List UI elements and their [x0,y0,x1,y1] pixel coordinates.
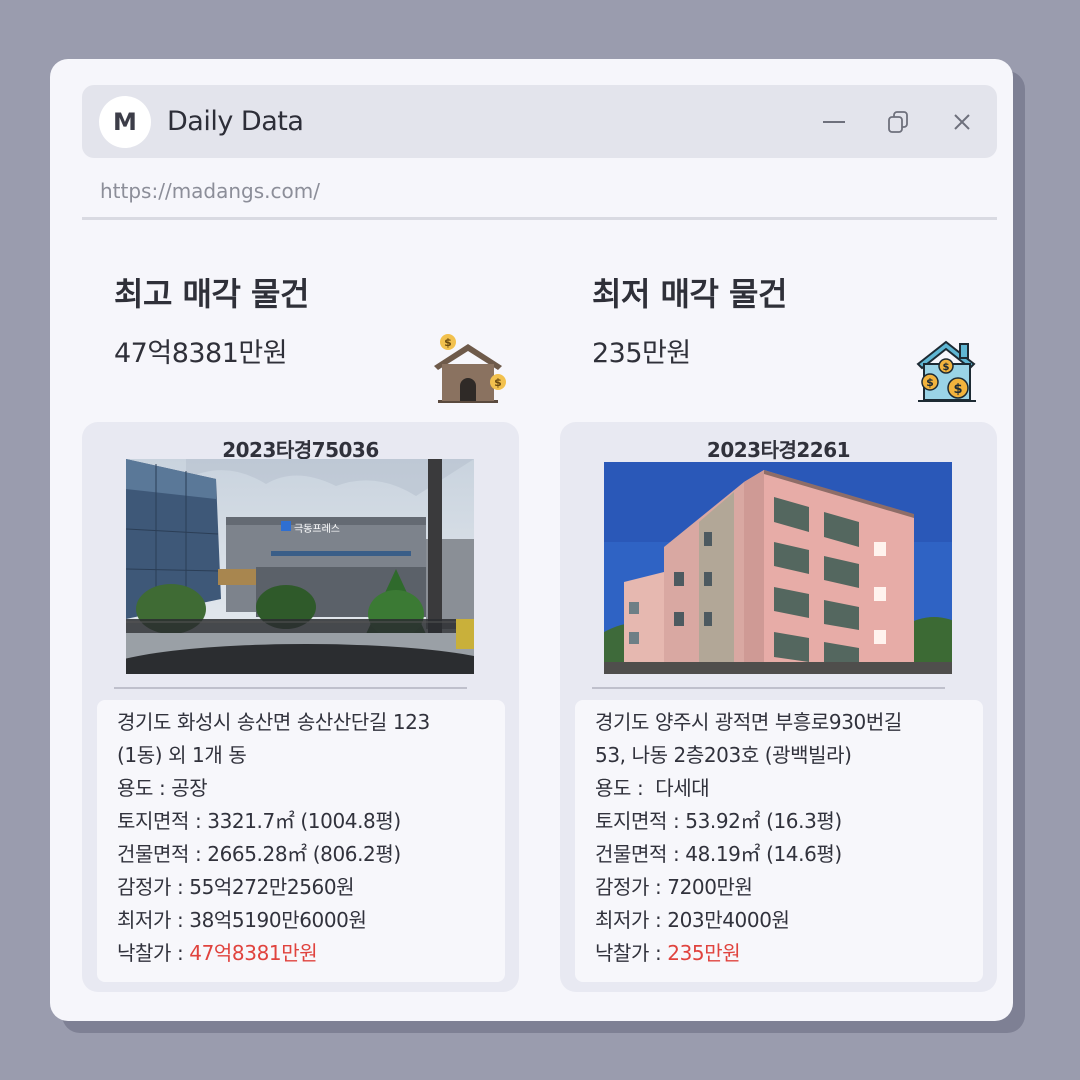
highest-address-line1: 경기도 화성시 송산면 송산산단길 123 [117,710,430,734]
highest-appraisal: 감정가 : 55억272만2560원 [117,875,355,899]
highest-usage: 용도 : 공장 [117,776,208,800]
highest-address-line2: (1동) 외 1개 동 [117,743,247,767]
lowest-case-number: 2023타경2261 [706,438,851,462]
close-icon [954,113,970,130]
highest-land-area: 토지면적 : 3321.7㎡ (1004.8평) [117,809,401,833]
svg-text:$: $ [494,376,502,389]
svg-text:$: $ [953,382,962,397]
minimize-icon [823,120,845,123]
restore-icon [888,110,908,133]
highest-price: 47억8381만원 [114,338,288,369]
title-bar: M Daily Data [82,85,997,158]
highest-property-photo: 극동프레스 [126,459,474,674]
lowest-winning-bid: 낙찰가 : 235만원 [595,937,963,970]
highest-heading: 최고 매각 물건 [114,275,309,313]
close-button[interactable] [943,103,981,141]
highest-winning-label: 낙찰가 : [117,941,190,965]
lowest-address-line2: 53, 나동 2층203호 (광백빌라) [595,743,852,767]
lowest-appraisal: 감정가 : 7200만원 [595,875,753,899]
highest-building-area: 건물면적 : 2665.28㎡ (806.2평) [117,842,401,866]
highest-winning-bid: 낙찰가 : 47억8381만원 [117,937,485,970]
app-logo: M [99,95,151,148]
minimize-button[interactable] [815,103,853,141]
restore-button[interactable] [879,103,917,141]
lowest-winning-label: 낙찰가 : [595,941,668,965]
lowest-address-line1: 경기도 양주시 광적면 부흥로930번길 [595,710,902,734]
lowest-info-panel: 경기도 양주시 광적면 부흥로930번길 53, 나동 2층203호 (광백빌라… [575,700,983,982]
url-text[interactable]: https://madangs.com/ [100,179,320,203]
factory-sign: 극동프레스 [294,523,340,535]
highest-info-panel: 경기도 화성시 송산면 송산산단길 123 (1동) 외 1개 동 용도 : 공… [97,700,505,982]
highest-photo-divider [114,687,467,689]
lowest-building-area: 건물면적 : 48.19㎡ (14.6평) [595,842,842,866]
svg-text:$: $ [444,336,452,349]
app-title: Daily Data [167,106,304,137]
lowest-heading: 최저 매각 물건 [592,275,787,313]
lowest-minimum: 최저가 : 203만4000원 [595,908,790,932]
svg-text:$: $ [943,362,950,373]
highest-winning-value: 47억8381만원 [189,941,318,965]
app-window: M Daily Data https://madangs.com/ 최고 매각 … [50,59,1013,1021]
lowest-price: 235만원 [592,338,691,369]
url-divider [82,217,997,220]
highest-minimum: 최저가 : 38억5190만6000원 [117,908,367,932]
highest-card[interactable]: 2023타경75036 극동프레스 경기도 화성시 송산면 송산산단길 123 … [82,422,519,992]
window-controls [815,103,981,141]
highest-summary: 최고 매각 물건 47억8381만원 [114,269,309,370]
svg-text:$: $ [926,376,934,389]
lowest-photo-divider [592,687,945,689]
lowest-usage: 용도 : 다세대 [595,776,710,800]
house-coins-icon: $ $ $ [916,340,976,402]
lowest-land-area: 토지면적 : 53.92㎡ (16.3평) [595,809,842,833]
lowest-summary: 최저 매각 물건 235만원 [592,269,787,370]
lowest-property-photo [604,462,952,674]
lowest-card[interactable]: 2023타경2261 경기도 양주시 광적면 부흥로930번길 53, 나동 2… [560,422,997,992]
money-house-icon: $ $ [434,334,506,403]
lowest-winning-value: 235만원 [667,941,741,965]
